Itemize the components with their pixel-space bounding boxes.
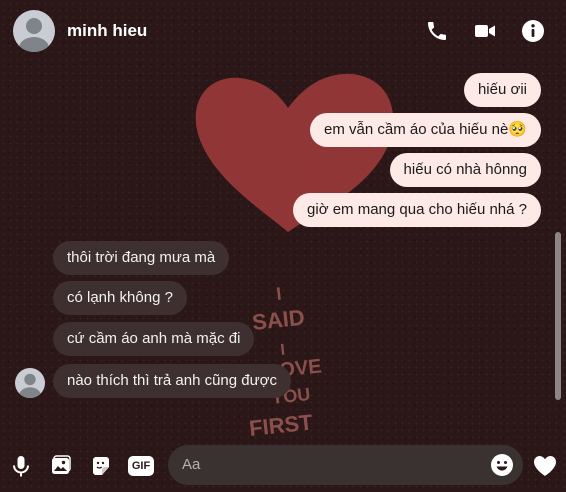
video-camera-icon[interactable] <box>473 19 497 43</box>
message-text: em vẫn cầm áo của hiếu nè <box>324 121 509 138</box>
message-bubble[interactable]: em vẫn cầm áo của hiếu nè🥺 <box>310 113 541 147</box>
love-text-art: I SAID I LOVE YOU FIRST <box>248 284 323 441</box>
contact-name[interactable]: minh hieu <box>67 21 147 41</box>
message-bubble[interactable]: thôi trời đang mưa mà <box>53 241 230 275</box>
art-line-2: SAID <box>251 305 306 335</box>
art-line-6: FIRST <box>248 409 314 441</box>
pleading-face-emoji: 🥺 <box>508 121 527 138</box>
message-input[interactable]: Aa <box>168 445 523 485</box>
avatar[interactable] <box>15 368 45 398</box>
message-bubble[interactable]: giờ em mang qua cho hiếu nhá ? <box>293 193 541 227</box>
default-avatar-icon <box>19 18 49 52</box>
phone-icon[interactable] <box>425 19 449 43</box>
default-avatar-icon <box>19 373 41 398</box>
message-bubble[interactable]: có lạnh không ? <box>53 281 187 315</box>
art-line-1: I <box>275 284 282 304</box>
art-line-3: I <box>280 342 286 359</box>
chat-window: I SAID I LOVE YOU FIRST minh hieu hiếu ơ… <box>0 0 566 492</box>
message-bubble[interactable]: hiếu có nhà hônng <box>389 153 541 187</box>
image-icon[interactable] <box>48 453 74 479</box>
microphone-icon[interactable] <box>8 453 34 479</box>
chat-header: minh hieu <box>0 0 566 64</box>
message-input-placeholder: Aa <box>182 456 201 473</box>
message-bubble[interactable]: cứ cầm áo anh mà mặc đi <box>53 322 255 356</box>
scrollbar[interactable] <box>555 232 561 400</box>
heart-icon[interactable] <box>532 453 558 479</box>
message-bubble[interactable]: nào thích thì trả anh cũng được <box>53 364 292 398</box>
composer: GIF Aa <box>0 440 566 492</box>
avatar[interactable] <box>13 10 55 52</box>
info-icon[interactable] <box>521 19 545 43</box>
sticker-icon[interactable] <box>88 453 114 479</box>
emoji-icon[interactable] <box>490 453 514 477</box>
message-bubble[interactable]: hiếu ơii <box>463 73 541 107</box>
gif-icon[interactable]: GIF <box>128 456 154 476</box>
